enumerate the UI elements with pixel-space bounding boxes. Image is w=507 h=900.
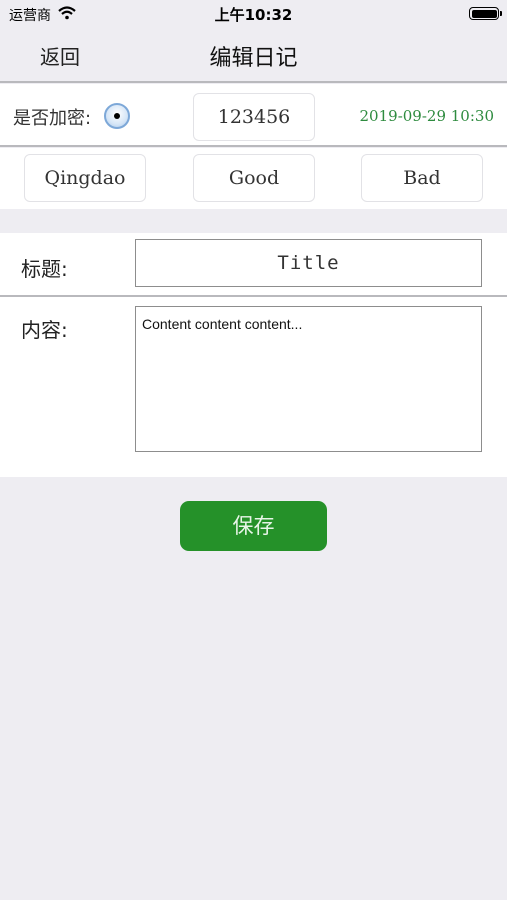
encrypt-label: 是否加密: <box>13 108 92 129</box>
content-label: 内容: <box>21 318 68 342</box>
date-time-label: 2019-09-29 10:30 <box>359 107 494 125</box>
password-field[interactable]: 123456 <box>193 93 315 141</box>
title-label: 标题: <box>21 257 68 281</box>
form-divider <box>0 295 507 297</box>
city-tag-button[interactable]: Qingdao <box>24 154 146 202</box>
title-input[interactable]: Title <box>135 239 482 287</box>
bad-mood-button[interactable]: Bad <box>361 154 483 202</box>
save-button[interactable]: 保存 <box>180 501 327 551</box>
status-bar: 运营商 上午10:32 <box>0 0 507 28</box>
page-title: 编辑日记 <box>209 46 298 71</box>
status-time: 上午10:32 <box>214 6 293 24</box>
good-mood-button[interactable]: Good <box>193 154 315 202</box>
content-textarea[interactable]: Content content content... <box>135 306 482 452</box>
navigation-bar: 返回 编辑日记 <box>0 28 507 83</box>
encrypt-radio-button[interactable] <box>104 103 130 129</box>
battery-icon <box>469 7 502 20</box>
